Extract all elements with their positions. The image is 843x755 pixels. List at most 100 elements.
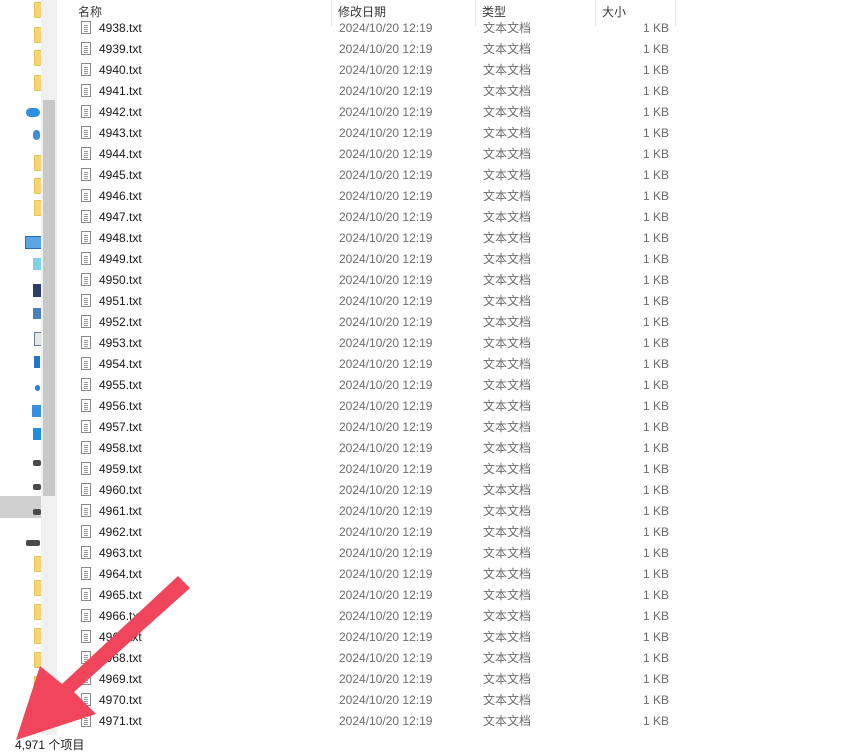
file-size: 1 KB: [642, 420, 669, 434]
file-row[interactable]: 4938.txt 2024/10/20 12:19 文本文档 1 KB: [60, 18, 700, 39]
file-type: 文本文档: [483, 630, 532, 644]
text-file-icon: [81, 189, 91, 202]
file-date: 2024/10/20 12:19: [339, 126, 433, 140]
file-row[interactable]: 4965.txt 2024/10/20 12:19 文本文档 1 KB: [60, 585, 700, 606]
navigation-pane: ⌄: [0, 0, 60, 735]
file-row[interactable]: 4961.txt 2024/10/20 12:19 文本文档 1 KB: [60, 501, 700, 522]
text-file-icon: [81, 504, 91, 517]
file-size: 1 KB: [642, 105, 669, 119]
file-type: 文本文档: [483, 210, 532, 224]
file-row[interactable]: 4950.txt 2024/10/20 12:19 文本文档 1 KB: [60, 270, 700, 291]
file-date: 2024/10/20 12:19: [339, 42, 433, 56]
pictures-icon[interactable]: [33, 308, 41, 319]
text-file-icon: [81, 609, 91, 622]
file-row[interactable]: 4963.txt 2024/10/20 12:19 文本文档 1 KB: [60, 543, 700, 564]
sort-ascending-icon: ^: [260, 0, 265, 5]
drive-icon[interactable]: [33, 460, 41, 466]
file-name: 4960.txt: [99, 483, 142, 497]
file-row[interactable]: 4942.txt 2024/10/20 12:19 文本文档 1 KB: [60, 102, 700, 123]
file-row[interactable]: 4951.txt 2024/10/20 12:19 文本文档 1 KB: [60, 291, 700, 312]
file-name: 4959.txt: [99, 462, 142, 476]
file-size: 1 KB: [642, 630, 669, 644]
text-file-icon: [81, 168, 91, 181]
file-name: 4968.txt: [99, 651, 142, 665]
file-type: 文本文档: [483, 357, 532, 371]
file-size: 1 KB: [642, 273, 669, 287]
file-row[interactable]: 4941.txt 2024/10/20 12:19 文本文档 1 KB: [60, 81, 700, 102]
file-size: 1 KB: [642, 210, 669, 224]
file-row[interactable]: 4964.txt 2024/10/20 12:19 文本文档 1 KB: [60, 564, 700, 585]
file-type: 文本文档: [483, 693, 532, 707]
text-file-icon: [81, 714, 91, 727]
file-row[interactable]: 4968.txt 2024/10/20 12:19 文本文档 1 KB: [60, 648, 700, 669]
file-row[interactable]: 4953.txt 2024/10/20 12:19 文本文档 1 KB: [60, 333, 700, 354]
video-icon[interactable]: [33, 284, 41, 297]
file-row[interactable]: 4962.txt 2024/10/20 12:19 文本文档 1 KB: [60, 522, 700, 543]
file-row[interactable]: 4939.txt 2024/10/20 12:19 文本文档 1 KB: [60, 39, 700, 60]
onedrive-icon[interactable]: [26, 108, 40, 117]
file-date: 2024/10/20 12:19: [339, 483, 433, 497]
file-row[interactable]: 4943.txt 2024/10/20 12:19 文本文档 1 KB: [60, 123, 700, 144]
nav-scroll-thumb[interactable]: [43, 100, 55, 496]
file-row[interactable]: 4956.txt 2024/10/20 12:19 文本文档 1 KB: [60, 396, 700, 417]
file-size: 1 KB: [642, 42, 669, 56]
file-type: 文本文档: [483, 252, 532, 266]
text-file-icon: [81, 252, 91, 265]
file-date: 2024/10/20 12:19: [339, 399, 433, 413]
file-name: 4954.txt: [99, 357, 142, 371]
file-type: 文本文档: [483, 399, 532, 413]
file-row[interactable]: 4958.txt 2024/10/20 12:19 文本文档 1 KB: [60, 438, 700, 459]
file-row[interactable]: 4970.txt 2024/10/20 12:19 文本文档 1 KB: [60, 690, 700, 711]
file-size: 1 KB: [642, 21, 669, 35]
file-row[interactable]: 4959.txt 2024/10/20 12:19 文本文档 1 KB: [60, 459, 700, 480]
file-date: 2024/10/20 12:19: [339, 252, 433, 266]
downloads-icon[interactable]: [34, 356, 40, 368]
desktop-icon[interactable]: [32, 405, 41, 417]
file-row[interactable]: 4944.txt 2024/10/20 12:19 文本文档 1 KB: [60, 144, 700, 165]
file-row[interactable]: 4945.txt 2024/10/20 12:19 文本文档 1 KB: [60, 165, 700, 186]
file-row[interactable]: 4971.txt 2024/10/20 12:19 文本文档 1 KB: [60, 711, 700, 732]
file-size: 1 KB: [642, 294, 669, 308]
file-type: 文本文档: [483, 588, 532, 602]
file-row[interactable]: 4955.txt 2024/10/20 12:19 文本文档 1 KB: [60, 375, 700, 396]
file-row[interactable]: 4960.txt 2024/10/20 12:19 文本文档 1 KB: [60, 480, 700, 501]
file-name: 4947.txt: [99, 210, 142, 224]
file-size: 1 KB: [642, 147, 669, 161]
drive-icon[interactable]: [33, 484, 41, 490]
file-row[interactable]: 4954.txt 2024/10/20 12:19 文本文档 1 KB: [60, 354, 700, 375]
drive-icon[interactable]: [33, 509, 41, 515]
file-row[interactable]: 4940.txt 2024/10/20 12:19 文本文档 1 KB: [60, 60, 700, 81]
file-row[interactable]: 4957.txt 2024/10/20 12:19 文本文档 1 KB: [60, 417, 700, 438]
file-row[interactable]: 4966.txt 2024/10/20 12:19 文本文档 1 KB: [60, 606, 700, 627]
windows-drive-icon[interactable]: [33, 428, 41, 440]
file-row[interactable]: 4947.txt 2024/10/20 12:19 文本文档 1 KB: [60, 207, 700, 228]
file-row[interactable]: 4952.txt 2024/10/20 12:19 文本文档 1 KB: [60, 312, 700, 333]
text-file-icon: [81, 525, 91, 538]
music-icon[interactable]: [35, 385, 40, 391]
file-date: 2024/10/20 12:19: [339, 546, 433, 560]
network-drive-icon[interactable]: [26, 540, 40, 546]
file-date: 2024/10/20 12:19: [339, 147, 433, 161]
file-row[interactable]: 4949.txt 2024/10/20 12:19 文本文档 1 KB: [60, 249, 700, 270]
file-date: 2024/10/20 12:19: [339, 420, 433, 434]
file-name: 4939.txt: [99, 42, 142, 56]
text-file-icon: [81, 651, 91, 664]
file-name: 4971.txt: [99, 714, 142, 728]
file-date: 2024/10/20 12:19: [339, 273, 433, 287]
file-list: 4938.txt 2024/10/20 12:19 文本文档 1 KB 4939.txt…: [60, 18, 700, 732]
file-row[interactable]: 4969.txt 2024/10/20 12:19 文本文档 1 KB: [60, 669, 700, 690]
file-row[interactable]: 4946.txt 2024/10/20 12:19 文本文档 1 KB: [60, 186, 700, 207]
file-row[interactable]: 4967.txt 2024/10/20 12:19 文本文档 1 KB: [60, 627, 700, 648]
file-name: 4944.txt: [99, 147, 142, 161]
file-row[interactable]: 4948.txt 2024/10/20 12:19 文本文档 1 KB: [60, 228, 700, 249]
file-name: 4961.txt: [99, 504, 142, 518]
file-name: 4963.txt: [99, 546, 142, 560]
file-type: 文本文档: [483, 315, 532, 329]
person-icon[interactable]: [33, 130, 40, 140]
file-size: 1 KB: [642, 189, 669, 203]
file-name: 4938.txt: [99, 21, 142, 35]
file-size: 1 KB: [642, 357, 669, 371]
file-date: 2024/10/20 12:19: [339, 504, 433, 518]
file-date: 2024/10/20 12:19: [339, 588, 433, 602]
scroll-down-icon[interactable]: ⌄: [44, 718, 52, 729]
